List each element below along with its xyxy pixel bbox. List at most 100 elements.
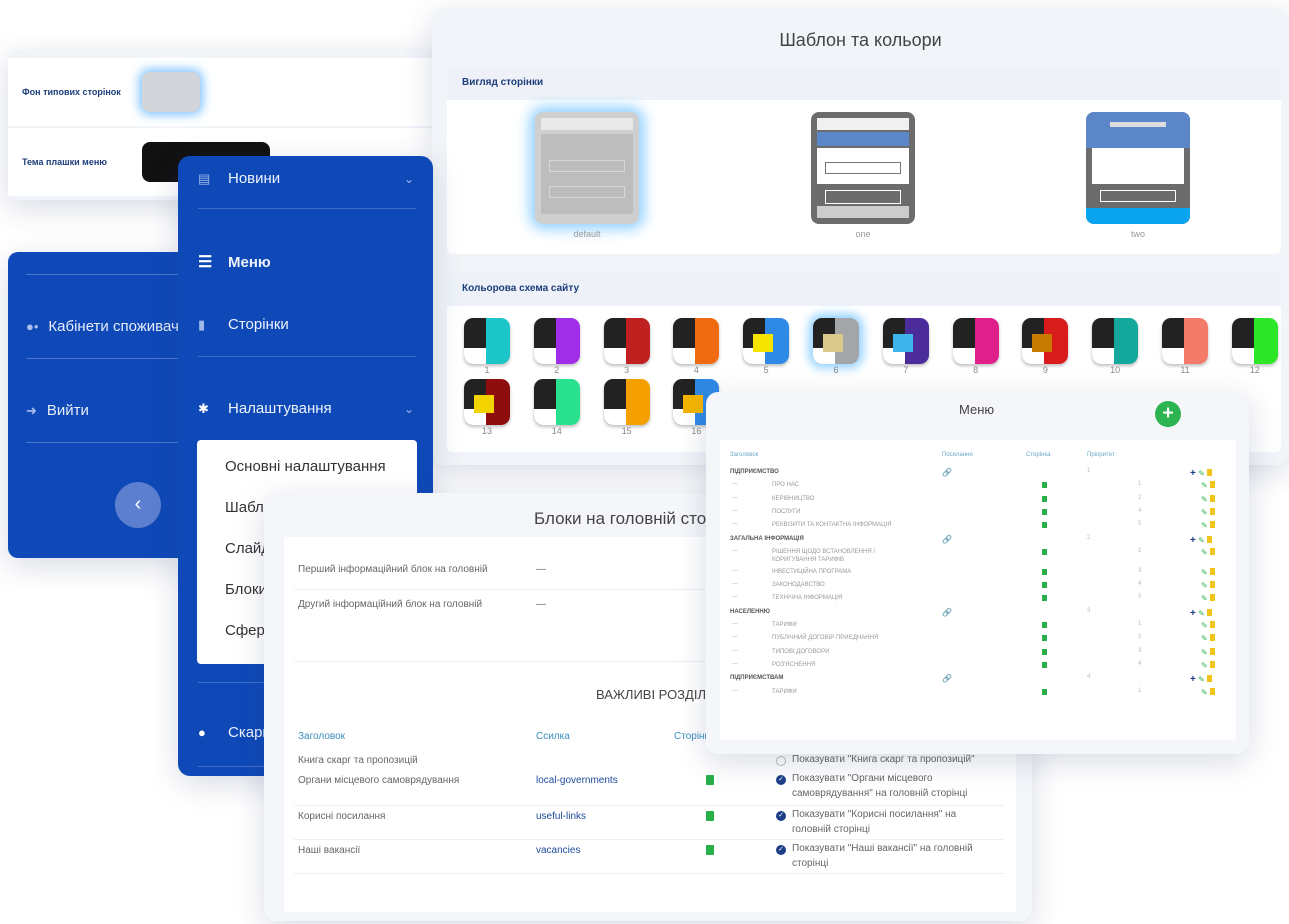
first-block-value[interactable]: — <box>536 564 546 575</box>
add-menu-item-button[interactable]: + <box>1155 401 1181 427</box>
edit-icon[interactable]: ✎ <box>1201 508 1208 517</box>
color-scheme-swatch[interactable] <box>464 379 510 425</box>
row-link[interactable]: vacancies <box>536 845 580 856</box>
page-doc-icon[interactable] <box>1042 495 1047 502</box>
edit-icon[interactable]: ✎ <box>1201 568 1208 577</box>
edit-icon[interactable]: ✎ <box>1196 609 1205 618</box>
edit-icon[interactable]: ✎ <box>1196 469 1205 478</box>
edit-icon[interactable]: ✎ <box>1201 548 1208 557</box>
page-doc-icon[interactable] <box>1042 595 1047 602</box>
color-scheme-swatch[interactable] <box>743 318 790 364</box>
edit-icon[interactable]: ✎ <box>1201 521 1208 530</box>
edit-icon[interactable]: ✎ <box>1196 536 1205 545</box>
color-scheme-swatch[interactable] <box>1022 318 1069 364</box>
page-doc-icon[interactable] <box>1042 582 1047 589</box>
color-scheme-swatch[interactable] <box>952 318 999 364</box>
nav-label: Налаштування <box>228 400 332 417</box>
trash-icon[interactable] <box>1209 647 1215 655</box>
page-doc-icon[interactable] <box>706 845 714 855</box>
edit-icon[interactable]: ✎ <box>1196 675 1205 684</box>
edit-icon[interactable]: ✎ <box>1201 581 1208 590</box>
page-doc-icon[interactable] <box>1042 661 1047 668</box>
trash-icon[interactable] <box>1209 521 1215 529</box>
edit-icon[interactable]: ✎ <box>1201 594 1208 603</box>
show-checkbox-checked[interactable]: ✓ <box>776 811 786 821</box>
page-doc-icon[interactable] <box>1042 635 1047 642</box>
trash-icon[interactable] <box>1209 687 1215 695</box>
template-two-thumbnail[interactable] <box>1086 112 1190 224</box>
trash-icon[interactable] <box>1206 675 1212 683</box>
page-doc-icon[interactable] <box>706 775 714 785</box>
nav-settings[interactable]: ✱ Налаштування ⌄ <box>198 400 418 417</box>
trash-icon[interactable] <box>1206 469 1212 476</box>
sidebar-item-consumer-cabinets[interactable]: ●• Кабінети споживачів <box>26 318 190 335</box>
color-scheme-swatch[interactable] <box>1231 318 1278 364</box>
row-link[interactable]: useful-links <box>536 811 586 822</box>
trash-icon[interactable] <box>1209 594 1215 602</box>
edit-icon[interactable]: ✎ <box>1201 661 1208 670</box>
color-scheme-number: 10 <box>1110 365 1121 375</box>
show-checkbox[interactable] <box>776 756 786 766</box>
trash-icon[interactable] <box>1209 567 1215 575</box>
edit-icon[interactable]: ✎ <box>1201 481 1208 490</box>
row-link[interactable]: local-governments <box>536 775 618 786</box>
page-doc-icon[interactable] <box>1042 648 1047 655</box>
show-checkbox-checked[interactable]: ✓ <box>776 845 786 855</box>
second-block-value[interactable]: — <box>536 599 546 610</box>
page-doc-icon[interactable] <box>1042 622 1047 628</box>
color-scheme-number: 5 <box>763 365 769 375</box>
trash-icon[interactable] <box>1206 535 1212 543</box>
template-one-thumbnail[interactable] <box>811 112 915 224</box>
page-doc-icon[interactable] <box>1042 482 1047 489</box>
link-icon[interactable]: 🔗 <box>942 468 952 477</box>
trash-icon[interactable] <box>1209 494 1215 502</box>
menu-row-child: — ІНВЕСТИЦІЙНА ПРОГРАМА 3 ✎ <box>720 567 1236 580</box>
trash-icon[interactable] <box>1209 481 1215 489</box>
color-scheme-swatch[interactable] <box>603 379 650 425</box>
nav-news[interactable]: ▤ Новини ⌄ <box>198 170 418 187</box>
link-icon[interactable]: 🔗 <box>942 674 952 683</box>
divider <box>198 208 416 209</box>
show-checkbox-checked[interactable]: ✓ <box>776 775 786 785</box>
page-doc-icon[interactable] <box>1042 508 1047 515</box>
menu-row-child: — ТИПОВІ ДОГОВОРИ 3 ✎ <box>720 647 1236 660</box>
trash-icon[interactable] <box>1209 660 1215 668</box>
edit-icon[interactable]: ✎ <box>1201 621 1208 630</box>
color-scheme-swatch[interactable] <box>533 379 580 425</box>
link-icon[interactable]: 🔗 <box>942 535 952 544</box>
color-scheme-swatch[interactable] <box>673 318 720 364</box>
menu-row-title: КЕРІВНИЦТВО <box>772 495 815 502</box>
trash-icon[interactable] <box>1206 608 1212 616</box>
color-scheme-swatch[interactable] <box>533 318 580 364</box>
trash-icon[interactable] <box>1209 581 1215 589</box>
trash-icon[interactable] <box>1209 634 1215 642</box>
menu-row-priority: 4 <box>1138 581 1142 588</box>
page-doc-icon[interactable] <box>1042 688 1047 695</box>
menu-row-child: — РЕКВІЗИТИ ТА КОНТАКТНА ІНФОРМАЦІЯ 5 ✎ <box>720 521 1236 533</box>
nav-pages[interactable]: ▮ Сторінки <box>198 316 418 333</box>
color-scheme-swatch[interactable] <box>1092 318 1139 364</box>
edit-icon[interactable]: ✎ <box>1201 634 1208 643</box>
page-doc-icon[interactable] <box>1042 568 1047 575</box>
collapse-sidebar-button[interactable]: ‹ <box>115 482 161 528</box>
sidebar-item-logout[interactable]: ➜ Вийти <box>26 402 89 419</box>
edit-icon[interactable]: ✎ <box>1201 495 1208 504</box>
template-default-thumbnail[interactable] <box>535 112 639 224</box>
color-scheme-swatch[interactable] <box>882 318 929 364</box>
color-scheme-swatch[interactable] <box>603 318 650 364</box>
link-icon[interactable]: 🔗 <box>942 608 952 617</box>
page-doc-icon[interactable] <box>1042 548 1047 555</box>
edit-icon[interactable]: ✎ <box>1201 648 1208 657</box>
trash-icon[interactable] <box>1209 621 1215 628</box>
color-scheme-swatch[interactable] <box>464 318 510 364</box>
page-background-swatch[interactable] <box>142 72 200 112</box>
trash-icon[interactable] <box>1209 507 1215 515</box>
nav-menu[interactable]: ☰ Меню <box>198 252 418 272</box>
edit-icon[interactable]: ✎ <box>1201 688 1208 697</box>
trash-icon[interactable] <box>1209 547 1215 555</box>
color-scheme-swatch[interactable] <box>1162 318 1208 364</box>
menu-row-priority: 1 <box>1138 687 1142 694</box>
page-doc-icon[interactable] <box>1042 522 1047 529</box>
page-doc-icon[interactable] <box>706 811 714 821</box>
color-scheme-swatch[interactable] <box>813 318 859 364</box>
